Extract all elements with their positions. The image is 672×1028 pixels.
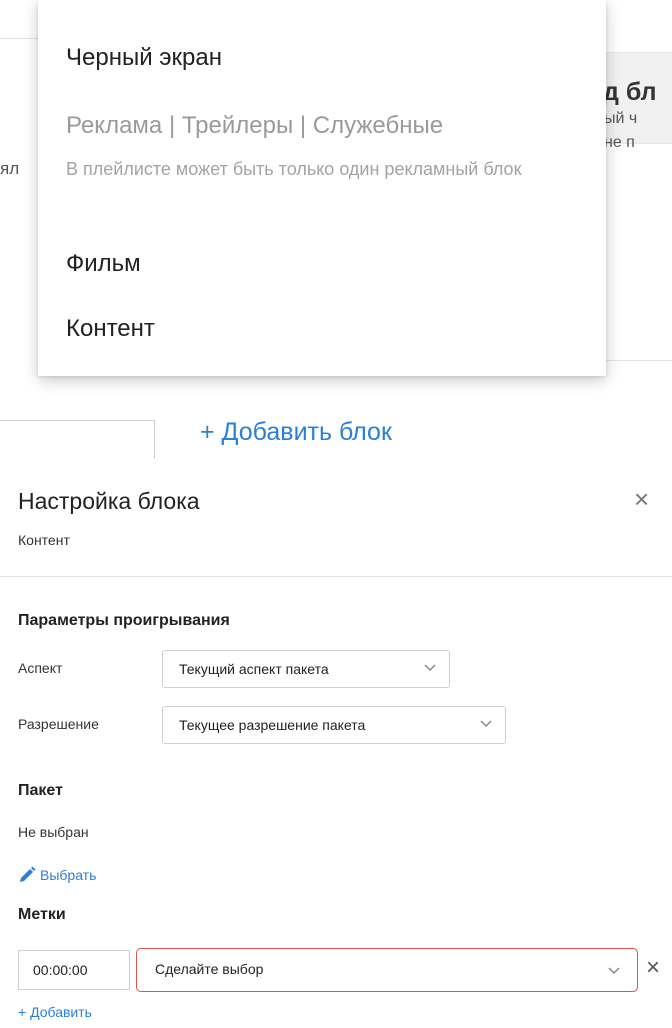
panel-subtitle: Контент: [18, 532, 70, 548]
remove-tag-icon[interactable]: ×: [646, 956, 660, 980]
playback-section-heading: Параметры проигрывания: [18, 612, 230, 629]
aspect-label: Аспект: [18, 660, 63, 676]
panel-divider: [0, 576, 672, 577]
block-type-dropdown: Черный экран Реклама | Трейлеры | Служеб…: [38, 0, 606, 376]
aspect-select-value: Текущий аспект пакета: [179, 661, 329, 677]
background-heading-fragment: д бл: [603, 78, 657, 106]
background-label-fragment: ял: [0, 159, 20, 178]
resolution-label: Разрешение: [18, 716, 99, 732]
resolution-select[interactable]: Текущее разрешение пакета: [162, 706, 506, 744]
dropdown-item-content[interactable]: Контент: [66, 315, 155, 343]
add-block-link[interactable]: + Добавить блок: [200, 418, 392, 447]
dropdown-item-ads: Реклама | Трейлеры | Служебные: [66, 112, 444, 139]
package-status: Не выбран: [18, 824, 89, 840]
tags-section-heading: Метки: [18, 906, 66, 923]
background-text-fragment: ый ч: [604, 110, 638, 127]
tag-select-placeholder: Сделайте выбор: [155, 961, 264, 977]
panel-title: Настройка блока: [18, 488, 200, 514]
background-divider: [0, 38, 40, 39]
background-divider: [600, 360, 672, 361]
background-box: [0, 420, 155, 459]
chevron-down-icon: [480, 720, 492, 728]
tag-select[interactable]: Сделайте выбор: [136, 948, 638, 992]
background-text-fragment: не п: [604, 134, 635, 151]
choose-package-link[interactable]: Выбрать: [40, 867, 96, 883]
tag-time-input[interactable]: 00:00:00: [18, 950, 130, 990]
chevron-down-icon: [608, 967, 620, 975]
dropdown-item-ads-hint: В плейлисте может быть только один рекла…: [66, 159, 522, 179]
add-tag-link[interactable]: + Добавить: [18, 1004, 92, 1020]
aspect-select[interactable]: Текущий аспект пакета: [162, 650, 450, 688]
close-icon[interactable]: ×: [634, 486, 649, 512]
chevron-down-icon: [424, 664, 436, 672]
dropdown-item-black-screen[interactable]: Черный экран: [66, 44, 222, 72]
package-section-heading: Пакет: [18, 782, 63, 799]
dropdown-item-film[interactable]: Фильм: [66, 250, 141, 278]
pencil-icon[interactable]: [18, 866, 36, 884]
resolution-select-value: Текущее разрешение пакета: [179, 717, 366, 733]
